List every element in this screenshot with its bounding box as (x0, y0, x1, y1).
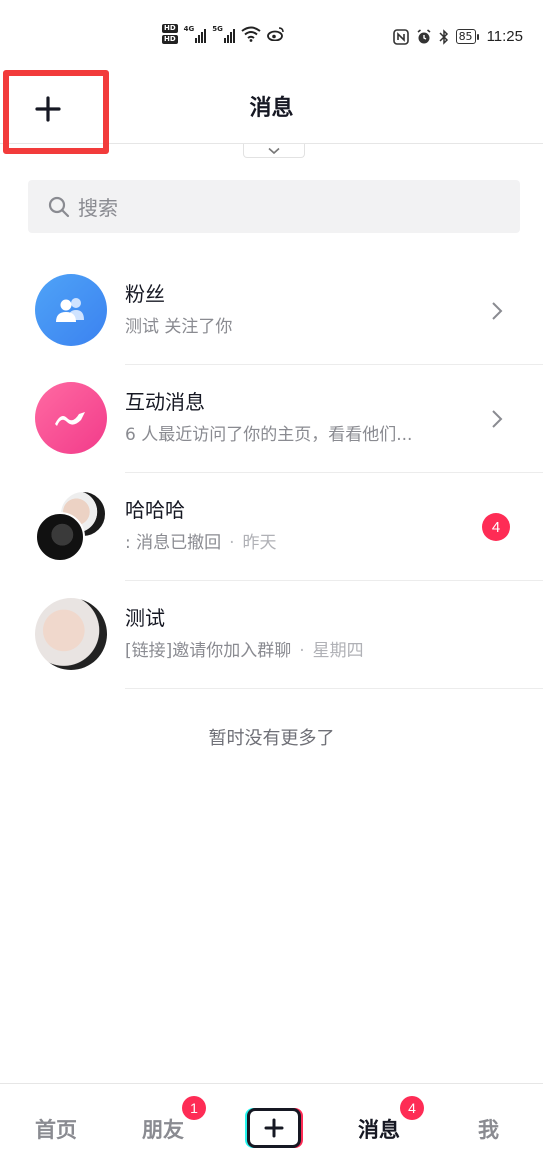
weibo-icon (267, 27, 284, 41)
group-avatar (35, 490, 107, 562)
bottom-nav: 首页 朋友 1 消息 4 我 (0, 1083, 543, 1170)
signal-5g-icon: 5G (212, 25, 235, 43)
conversation-time: 星期四 (312, 641, 364, 661)
conversation-subtitle: 测试 关注了你 (125, 317, 233, 337)
member-avatar (35, 512, 85, 562)
list-end-note: 暂时没有更多了 (208, 728, 335, 749)
conversation-name: 互动消息 (125, 390, 205, 414)
page-title: 消息 (249, 96, 294, 121)
conversation-name: 哈哈哈 (125, 498, 185, 522)
bluetooth-icon (439, 28, 448, 45)
create-button[interactable] (245, 1108, 303, 1148)
conversation-text: 互动消息 6 人最近访问了你的主页，看看他们... (125, 387, 473, 449)
search-placeholder: 搜索 (78, 196, 118, 220)
hd-badge-1: HD (162, 24, 178, 33)
search-icon (48, 196, 70, 217)
chevron-down-icon (268, 147, 280, 154)
wifi-icon (241, 26, 261, 42)
nav-messages[interactable]: 消息 4 (358, 1096, 424, 1144)
list-item-fans[interactable]: 粉丝 测试 关注了你 (0, 257, 543, 365)
unread-badge: 4 (482, 513, 510, 541)
status-time: 11:25 (486, 28, 523, 45)
conversation-subtitle: 6 人最近访问了你的主页，看看他们... (125, 425, 413, 445)
list-item-interactions[interactable]: 互动消息 6 人最近访问了你的主页，看看他们... (0, 365, 543, 473)
conversation-subtitle: : 消息已撤回 · 昨天 (125, 533, 277, 553)
nav-friends[interactable]: 朋友 1 (142, 1096, 206, 1144)
interaction-icon (35, 382, 107, 454)
chevron-right-icon (492, 302, 503, 320)
pull-down-tab[interactable] (243, 144, 305, 158)
avatar (35, 598, 107, 670)
signal-4g-icon: 4G (184, 25, 207, 43)
alarm-icon (417, 28, 431, 43)
messages-badge: 4 (400, 1096, 424, 1120)
nav-me[interactable]: 我 (478, 1114, 499, 1144)
list-item-group-hahaha[interactable]: 哈哈哈 : 消息已撤回 · 昨天 4 (0, 473, 543, 581)
chevron-right-icon (492, 410, 503, 428)
header: 消息 (0, 70, 543, 154)
conversation-name: 测试 (125, 606, 165, 630)
nfc-icon (392, 28, 409, 45)
conversation-subtitle: [链接]邀请你加入群聊 · 星期四 (125, 641, 364, 661)
hd-badge-2: HD (162, 35, 178, 44)
conversation-text: 哈哈哈 : 消息已撤回 · 昨天 (125, 495, 473, 557)
battery-indicator: 85 (455, 29, 479, 44)
list-item-test[interactable]: 测试 [链接]邀请你加入群聊 · 星期四 (0, 581, 543, 689)
hd-indicators: HD HD (162, 24, 178, 44)
conversation-list: 粉丝 测试 关注了你 互动消息 6 人最近访问了你的主页，看看他们... 哈哈哈 (0, 257, 543, 689)
plus-icon (264, 1118, 284, 1138)
status-bar: HD HD 4G 5G 85 11:25 (0, 0, 543, 80)
network-indicators: HD HD 4G 5G (162, 24, 285, 44)
conversation-text: 粉丝 测试 关注了你 (125, 279, 473, 341)
fans-icon (35, 274, 107, 346)
divider (125, 688, 543, 689)
search-input[interactable]: 搜索 (28, 180, 520, 233)
system-indicators: 85 11:25 (392, 28, 523, 45)
friends-badge: 1 (182, 1096, 206, 1120)
conversation-time: 昨天 (242, 533, 277, 553)
conversation-text: 测试 [链接]邀请你加入群聊 · 星期四 (125, 603, 473, 665)
conversation-name: 粉丝 (125, 282, 165, 306)
nav-home[interactable]: 首页 (35, 1114, 77, 1144)
